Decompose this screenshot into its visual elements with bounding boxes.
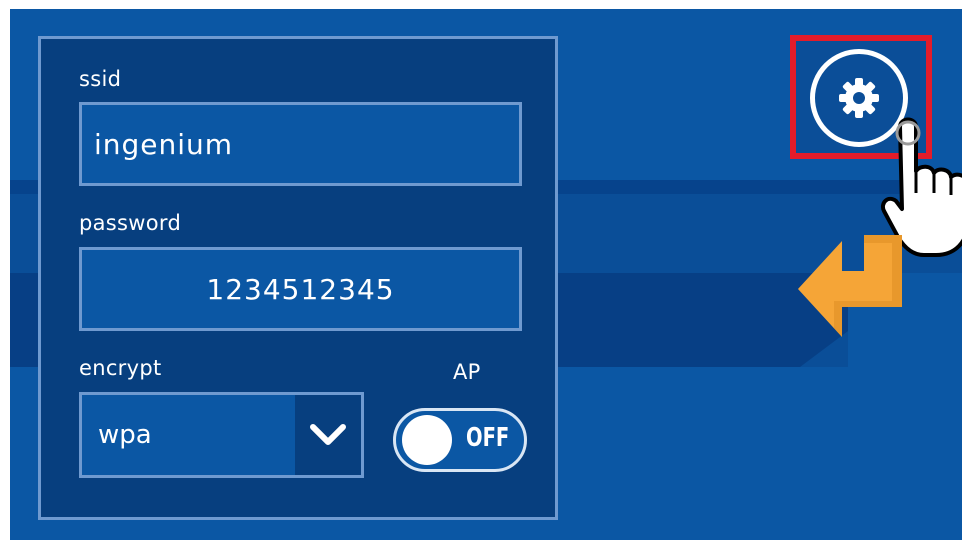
toggle-state: OFF xyxy=(466,423,510,453)
ap-label: AP xyxy=(453,360,481,384)
ssid-label: ssid xyxy=(79,67,122,91)
password-field[interactable]: 1234512345 xyxy=(79,247,522,331)
password-label: password xyxy=(79,211,182,235)
toggle-knob xyxy=(402,415,452,465)
encrypt-value: wpa xyxy=(98,420,152,450)
encrypt-select[interactable]: wpa xyxy=(79,392,364,478)
gear-icon xyxy=(839,78,879,118)
chevron-down-icon[interactable] xyxy=(295,395,361,475)
ap-toggle[interactable]: OFF xyxy=(393,408,527,472)
password-value: 1234512345 xyxy=(206,272,395,306)
ssid-field[interactable]: ingenium xyxy=(79,102,522,186)
wifi-settings-panel: ssid ingenium password 1234512345 encryp… xyxy=(38,36,558,520)
back-arrow-icon[interactable] xyxy=(794,231,914,343)
screen: ssid ingenium password 1234512345 encryp… xyxy=(10,9,962,540)
ssid-value: ingenium xyxy=(94,127,234,161)
encrypt-label: encrypt xyxy=(79,356,162,380)
